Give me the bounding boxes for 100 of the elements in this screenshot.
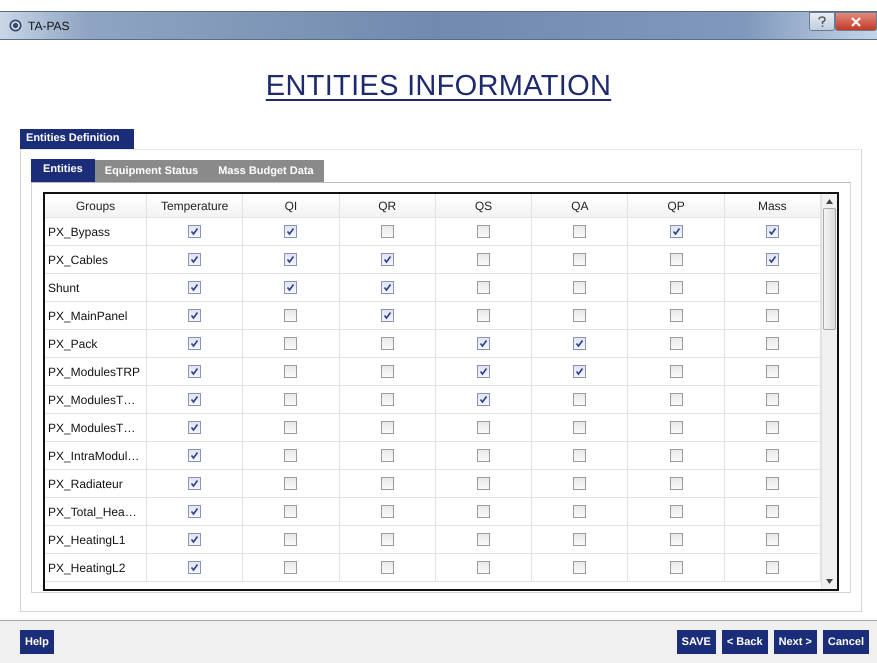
checkbox[interactable] [573,393,586,406]
checkbox[interactable] [188,421,202,434]
checkbox[interactable] [188,309,202,322]
checkbox[interactable] [284,225,298,238]
checkbox[interactable] [573,561,586,574]
checkbox[interactable] [380,421,394,434]
checkbox[interactable] [766,533,779,546]
checkbox[interactable] [284,533,298,546]
tab[interactable]: Entities [31,159,95,182]
checkbox[interactable] [476,393,490,406]
checkbox[interactable] [380,225,394,238]
checkbox[interactable] [670,337,683,350]
checkbox[interactable] [766,365,779,378]
checkbox[interactable] [188,225,202,238]
checkbox[interactable] [380,337,394,350]
checkbox[interactable] [670,533,683,546]
checkbox[interactable] [284,477,298,490]
checkbox[interactable] [476,337,490,350]
checkbox[interactable] [670,309,683,322]
checkbox[interactable] [573,309,586,322]
checkbox[interactable] [766,561,779,574]
checkbox[interactable] [573,365,586,378]
help-icon[interactable] [809,12,835,31]
checkbox[interactable] [670,505,683,518]
checkbox[interactable] [284,505,298,518]
checkbox[interactable] [188,337,202,350]
checkbox[interactable] [476,253,490,266]
checkbox[interactable] [670,281,683,294]
checkbox[interactable] [284,309,298,322]
checkbox[interactable] [476,225,490,238]
checkbox[interactable] [284,337,298,350]
footer-button[interactable]: < Back [722,630,768,654]
checkbox[interactable] [573,337,586,350]
checkbox[interactable] [766,225,779,238]
checkbox[interactable] [380,365,394,378]
checkbox[interactable] [573,421,586,434]
checkbox[interactable] [670,477,683,490]
checkbox[interactable] [188,253,202,266]
footer-button[interactable]: Cancel [822,630,869,654]
checkbox[interactable] [766,337,779,350]
checkbox[interactable] [380,449,394,462]
checkbox[interactable] [284,281,298,294]
checkbox[interactable] [670,421,683,434]
checkbox[interactable] [670,393,683,406]
scroll-down-icon[interactable] [826,579,833,584]
checkbox[interactable] [476,505,490,518]
checkbox[interactable] [188,449,202,462]
checkbox[interactable] [766,505,779,518]
checkbox[interactable] [188,533,202,546]
footer-button[interactable]: SAVE [676,630,716,654]
checkbox[interactable] [476,449,490,462]
checkbox[interactable] [766,309,779,322]
checkbox[interactable] [670,365,683,378]
checkbox[interactable] [380,533,394,546]
checkbox[interactable] [284,421,298,434]
close-icon[interactable] [835,12,877,31]
checkbox[interactable] [766,449,779,462]
checkbox[interactable] [573,253,586,266]
checkbox[interactable] [766,393,779,406]
checkbox[interactable] [476,365,490,378]
checkbox[interactable] [380,253,394,266]
checkbox[interactable] [188,477,202,490]
checkbox[interactable] [476,309,490,322]
checkbox[interactable] [573,449,586,462]
help-button[interactable]: Help [20,630,54,654]
checkbox[interactable] [766,253,779,266]
checkbox[interactable] [188,365,202,378]
checkbox[interactable] [380,393,394,406]
checkbox[interactable] [766,477,779,490]
checkbox[interactable] [670,253,683,266]
scroll-up-icon[interactable] [826,199,833,204]
checkbox[interactable] [573,477,586,490]
checkbox[interactable] [670,225,683,238]
checkbox[interactable] [284,561,298,574]
checkbox[interactable] [766,421,779,434]
checkbox[interactable] [670,561,683,574]
checkbox[interactable] [380,477,394,490]
checkbox[interactable] [476,281,490,294]
checkbox[interactable] [573,533,586,546]
checkbox[interactable] [380,505,394,518]
checkbox[interactable] [476,477,490,490]
checkbox[interactable] [380,561,394,574]
scrollbar[interactable] [821,194,837,589]
checkbox[interactable] [476,561,490,574]
checkbox[interactable] [766,281,779,294]
checkbox[interactable] [670,449,683,462]
checkbox[interactable] [188,505,202,518]
checkbox[interactable] [573,281,586,294]
footer-button[interactable]: Next > [774,630,817,654]
checkbox[interactable] [284,449,298,462]
checkbox[interactable] [188,393,202,406]
checkbox[interactable] [476,421,490,434]
checkbox[interactable] [284,253,298,266]
checkbox[interactable] [573,505,586,518]
checkbox[interactable] [380,281,394,294]
checkbox[interactable] [573,225,586,238]
checkbox[interactable] [188,281,202,294]
checkbox[interactable] [476,533,490,546]
checkbox[interactable] [284,365,298,378]
checkbox[interactable] [380,309,394,322]
